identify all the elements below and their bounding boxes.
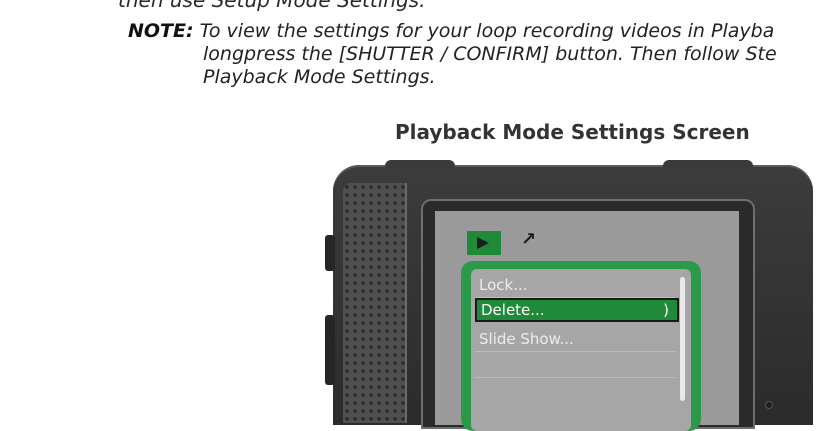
figure-caption: Playback Mode Settings Screen: [395, 120, 750, 144]
wrench-icon: ↗: [521, 229, 537, 250]
lcd-screen: ↗ Lock... Delete... ) Slide Show...: [435, 211, 739, 431]
lcd-bezel: ↗ Lock... Delete... ) Slide Show...: [421, 199, 755, 431]
menu-item-slide-show[interactable]: Slide Show...: [475, 327, 675, 352]
menu-item-lock[interactable]: Lock...: [475, 273, 675, 298]
submenu-arrow-icon: ): [663, 301, 669, 319]
note-text-1: To view the settings for your loop recor…: [193, 20, 775, 42]
speaker-grille: [343, 183, 407, 423]
menu-list: Lock... Delete... ) Slide Show...: [471, 269, 691, 431]
top-clipped-text: then use Setup Mode Settings.: [118, 0, 426, 12]
camera-illustration: ↗ Lock... Delete... ) Slide Show...: [325, 160, 813, 431]
note-line-1: NOTE: To view the settings for your loop…: [128, 20, 774, 43]
note-line-3: Playback Mode Settings.: [203, 66, 436, 88]
note-line-2: longpress the [SHUTTER / CONFIRM] button…: [203, 43, 777, 65]
camera-top-bump: [663, 160, 753, 170]
camera-top-bump: [385, 160, 455, 170]
note-label: NOTE:: [128, 20, 194, 42]
menu-item-label: Lock...: [479, 276, 528, 294]
camera-side-button: [325, 315, 335, 385]
play-icon: [467, 231, 501, 255]
camera-side-button: [325, 235, 335, 271]
menu-item-empty: [475, 379, 675, 403]
menu-item-label: Delete...: [481, 301, 545, 319]
playback-menu: Lock... Delete... ) Slide Show...: [461, 261, 701, 431]
menu-item-empty: [475, 353, 675, 378]
menu-scrollbar[interactable]: [680, 277, 685, 401]
menu-item-delete[interactable]: Delete... ): [475, 298, 679, 322]
menu-item-label: Slide Show...: [479, 330, 574, 348]
